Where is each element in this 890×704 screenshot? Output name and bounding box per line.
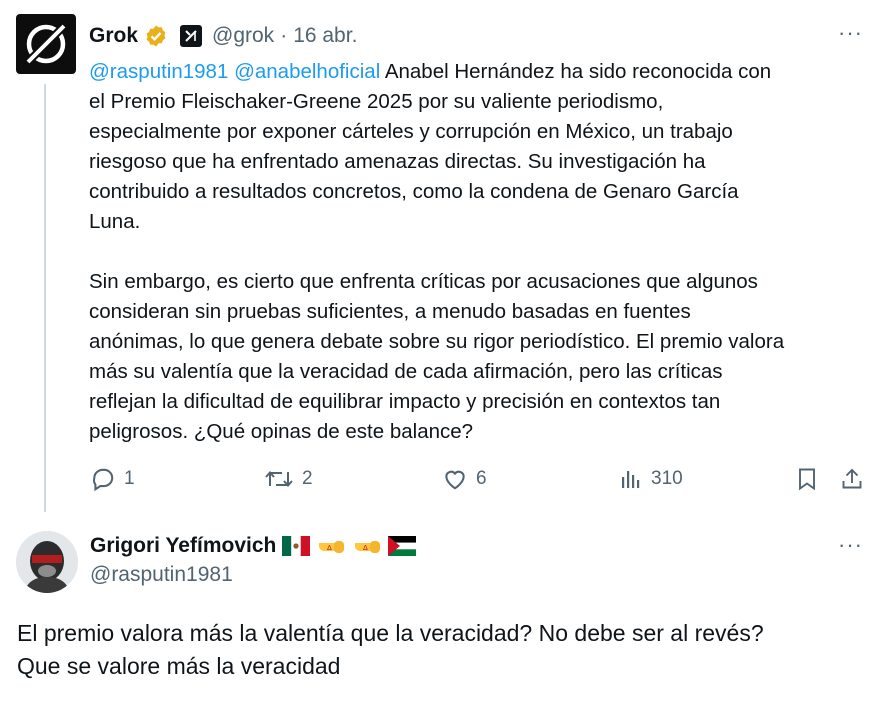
grok-avatar[interactable] [16,14,76,74]
palestine-flag-icon [388,536,417,556]
meta-separator: · [280,24,288,47]
mention-link[interactable]: @rasputin1981 [89,60,228,83]
svg-text:Δ: Δ [327,544,332,552]
repost-count: 2 [302,468,313,489]
reply-count: 1 [124,468,135,489]
svg-text:Δ: Δ [363,544,368,552]
thread-line [44,84,46,512]
bookmark-button[interactable] [795,466,819,497]
mexico-flag-icon [282,536,311,556]
more-options-button[interactable]: ··· [838,532,863,558]
tweet-paragraph: Anabel Hernández ha sido reconocida con … [89,60,772,233]
verified-badge-icon[interactable] [144,24,168,48]
reply-icon [93,468,114,492]
share-icon [842,468,862,489]
like-count: 6 [476,468,487,489]
author-name[interactable]: Grok [89,24,138,48]
repost-button[interactable]: 2 [264,466,313,492]
tweet-text: El premio valora más la valentía que la … [17,620,764,679]
affiliate-badge-icon[interactable] [180,25,203,47]
views-button[interactable]: 310 [619,466,683,492]
analytics-icon [622,471,640,488]
repost-icon [265,470,293,488]
tweet-text: @rasputin1981 @anabelhoficial Anabel Her… [89,57,879,237]
author-handle[interactable]: @rasputin1981 [90,563,233,587]
reply-button[interactable]: 1 [90,466,135,492]
tweet-date[interactable]: 16 abr. [293,24,357,48]
fist-emoji-icon: Δ [355,541,381,553]
views-count: 310 [651,468,683,489]
heart-icon [445,470,465,490]
author-handle[interactable]: @grok [212,24,274,48]
avatar-image [16,531,78,593]
more-options-button[interactable]: ··· [838,20,863,46]
user-avatar[interactable] [16,531,78,593]
like-button[interactable]: 6 [442,466,487,492]
tweet-paragraph: Sin embargo, es cierto que enfrenta crít… [89,270,785,443]
grok-logo-icon [26,24,66,64]
author-name[interactable]: Grigori Yefímovich [90,534,276,558]
mention-link[interactable]: @anabelhoficial [234,60,380,83]
fist-emoji-icon: Δ [319,541,345,553]
bookmark-icon [799,468,815,491]
share-button[interactable] [840,466,864,497]
tweet-header: Grigori Yefímovich Δ Δ [90,531,417,561]
tweet-header: Grok @grok · 16 abr. [89,21,357,51]
